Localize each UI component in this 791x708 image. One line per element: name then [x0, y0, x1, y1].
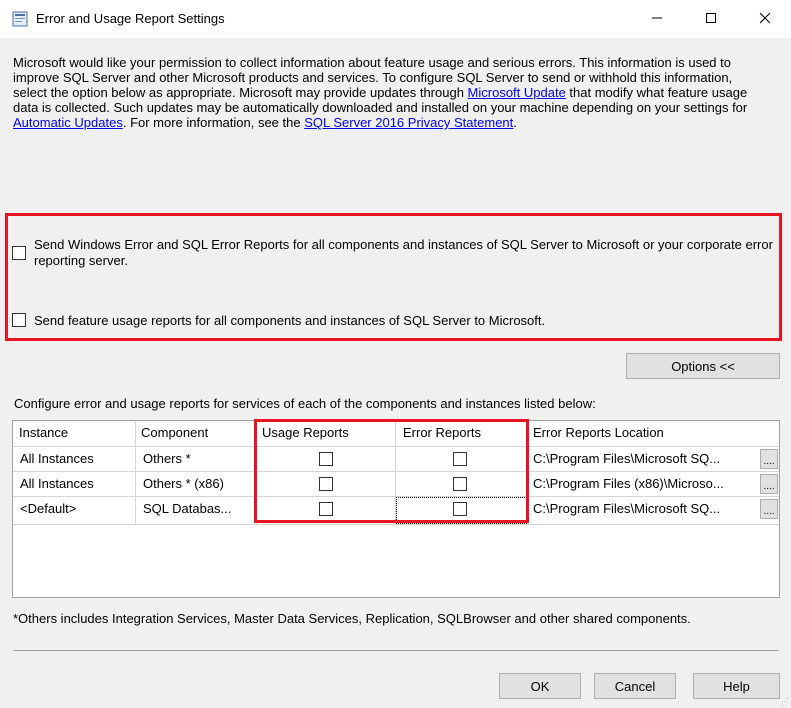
options-toggle-button[interactable]: Options << [626, 353, 780, 379]
privacy-statement-link[interactable]: SQL Server 2016 Privacy Statement [304, 115, 513, 130]
highlight-box-report-columns [254, 419, 529, 523]
maximize-button[interactable] [688, 0, 734, 36]
grid-cell-component[interactable]: Others * [143, 447, 191, 471]
resize-grip-icon[interactable]: ⋰ [781, 697, 789, 706]
configure-label: Configure error and usage reports for se… [14, 396, 596, 411]
grid-row-divider [13, 524, 779, 525]
title-bar[interactable]: Error and Usage Report Settings [0, 0, 791, 38]
grid-cell-instance[interactable]: All Instances [20, 447, 94, 471]
automatic-updates-link[interactable]: Automatic Updates [13, 115, 123, 130]
minimize-button[interactable] [634, 0, 680, 36]
close-icon [759, 12, 771, 24]
intro-text: Microsoft would like your permission to … [13, 55, 761, 130]
intro-text-part: . [513, 115, 517, 130]
window-title: Error and Usage Report Settings [36, 11, 225, 26]
footer-separator [13, 650, 779, 651]
intro-text-part: . For more information, see the [122, 115, 305, 130]
grid-column-divider [135, 421, 136, 525]
browse-location-button[interactable]: .... [760, 499, 778, 519]
usage-reports-checkbox[interactable] [12, 313, 26, 327]
others-footnote: *Others includes Integration Services, M… [13, 611, 691, 626]
browse-location-button[interactable]: .... [760, 449, 778, 469]
maximize-icon [706, 13, 716, 23]
error-reports-checkbox[interactable] [12, 246, 26, 260]
cancel-button[interactable]: Cancel [594, 673, 676, 699]
header-component[interactable]: Component [141, 421, 208, 445]
close-button[interactable] [742, 0, 788, 36]
settings-app-icon [12, 11, 28, 27]
header-instance[interactable]: Instance [19, 421, 68, 445]
error-reports-label[interactable]: Send Windows Error and SQL Error Reports… [34, 237, 774, 269]
grid-cell-component[interactable]: SQL Databas... [143, 497, 231, 521]
grid-cell-location[interactable]: C:\Program Files (x86)\Microso... [533, 472, 755, 496]
grid-cell-instance[interactable]: All Instances [20, 472, 94, 496]
usage-reports-label[interactable]: Send feature usage reports for all compo… [34, 313, 774, 329]
help-button[interactable]: Help [693, 673, 780, 699]
minimize-icon [652, 17, 662, 19]
microsoft-update-link[interactable]: Microsoft Update [468, 85, 566, 100]
grid-cell-location[interactable]: C:\Program Files\Microsoft SQ... [533, 497, 755, 521]
ok-button[interactable]: OK [499, 673, 581, 699]
grid-cell-location[interactable]: C:\Program Files\Microsoft SQ... [533, 447, 755, 471]
grid-cell-component[interactable]: Others * (x86) [143, 472, 224, 496]
grid-cell-instance[interactable]: <Default> [20, 497, 76, 521]
header-error-reports-location[interactable]: Error Reports Location [533, 421, 664, 445]
browse-location-button[interactable]: .... [760, 474, 778, 494]
dialog-window: Error and Usage Report Settings Microsof… [0, 0, 791, 708]
